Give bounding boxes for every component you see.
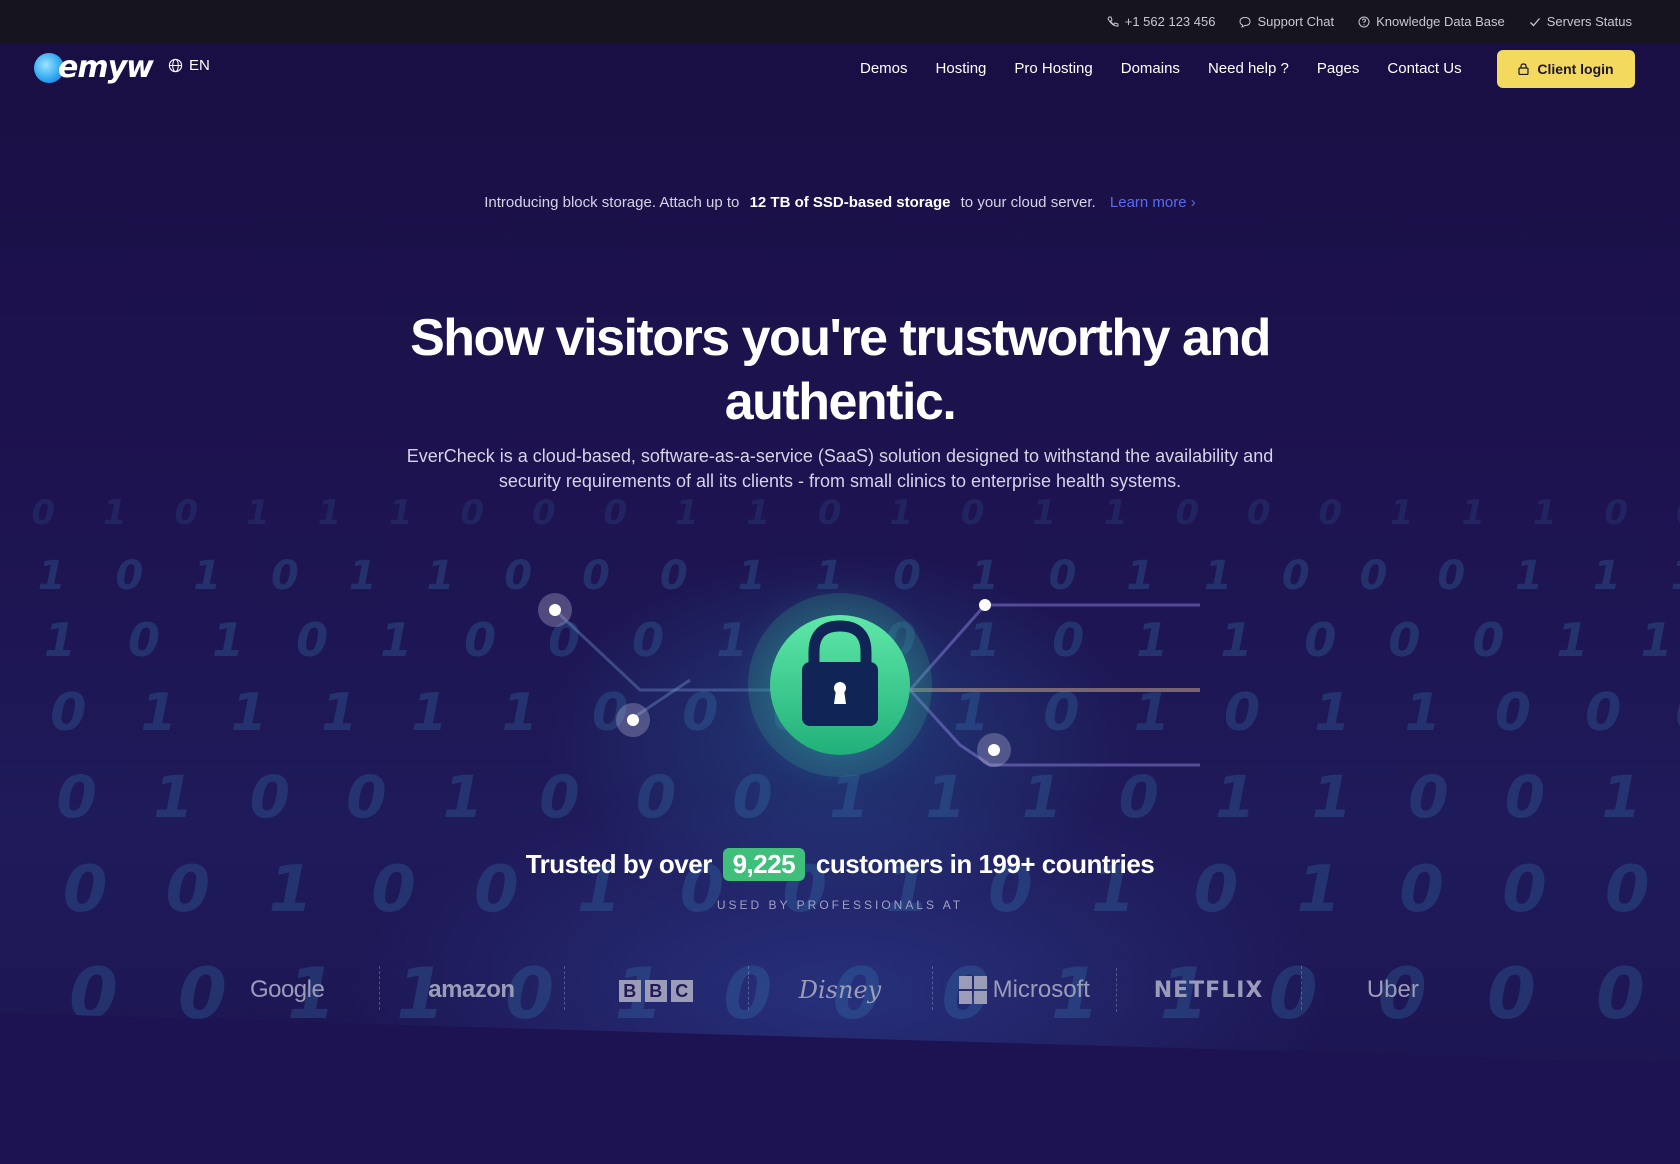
knowledge-base-link[interactable]: Knowledge Data Base [1358, 14, 1505, 29]
phone-label: +1 562 123 456 [1124, 14, 1216, 29]
nav-item-pro-hosting[interactable]: Pro Hosting [1014, 60, 1092, 77]
brand-logos: Google amazon BBC Disney Microsoft NETFL… [195, 960, 1485, 1020]
language-label: EN [189, 57, 210, 74]
chat-bubble-icon [1239, 16, 1251, 28]
announce-suffix: to your cloud server. [960, 194, 1096, 211]
brand-uber-logo: Uber [1300, 966, 1485, 1010]
main-menu: Demos Hosting Pro Hosting Domains Need h… [860, 60, 1462, 77]
globe-icon [168, 58, 183, 73]
servers-status-link[interactable]: Servers Status [1529, 14, 1632, 29]
learn-more-link[interactable]: Learn more › [1110, 194, 1196, 211]
customer-count-badge: 9,225 [722, 848, 806, 881]
lock-icon [1518, 63, 1529, 75]
top-info-bar: +1 562 123 456 Support Chat Knowledge Da… [0, 0, 1680, 43]
binary-pattern-row: 1 0 1 0 1 1 1 0 0 0 1 1 0 1 0 1 1 0 0 0 … [0, 493, 1680, 533]
brand-google-logo: Google [249, 976, 325, 1003]
trusted-prefix: Trusted by over [525, 849, 713, 879]
site-logo[interactable]: emyw [34, 50, 154, 85]
help-circle-icon [1358, 16, 1370, 27]
knowledge-base-label: Knowledge Data Base [1376, 14, 1505, 29]
language-selector[interactable]: EN [168, 57, 210, 74]
microsoft-label: Microsoft [992, 976, 1090, 1003]
client-login-label: Client login [1537, 61, 1614, 77]
brand-amazon-logo: amazon [379, 966, 563, 1010]
phone-icon [1107, 16, 1119, 27]
trusted-heading: Trusted by over 9,225 customers in 199+ … [0, 848, 1680, 881]
phone-link[interactable]: +1 562 123 456 [1107, 14, 1216, 29]
announce-prefix: Introducing block storage. Attach up to [484, 194, 740, 211]
microsoft-grid-icon [958, 976, 987, 1004]
brand-disney-logo: Disney [747, 966, 932, 1010]
brand-bbc-logo: BBC [563, 966, 748, 1010]
servers-status-label: Servers Status [1546, 14, 1632, 29]
client-login-button[interactable]: Client login [1497, 50, 1635, 88]
announce-bold: 12 TB of SSD-based storage [749, 194, 951, 211]
nav-item-domains[interactable]: Domains [1121, 60, 1180, 77]
trusted-suffix: customers in 199+ countries [815, 849, 1155, 879]
announcement-bar: Introducing block storage. Attach up to … [0, 194, 1680, 211]
logo-text: emyw [58, 50, 154, 85]
hero-headline: Show visitors you're trustworthy and aut… [410, 309, 1271, 431]
nav-item-hosting[interactable]: Hosting [936, 60, 987, 77]
bottom-wedge [0, 1013, 1680, 1164]
check-icon [1529, 17, 1540, 26]
nav-item-contact-us[interactable]: Contact Us [1387, 60, 1461, 77]
brand-microsoft-logo: Microsoft [932, 966, 1116, 1010]
used-by-label: USED BY PROFESSIONALS AT [716, 898, 964, 912]
hero-subtitle: EverCheck is a cloud-based, software-as-… [406, 446, 1274, 491]
support-chat-label: Support Chat [1257, 14, 1335, 29]
security-lock-illustration [538, 570, 1200, 800]
brand-netflix-logo: NETFLIX [1116, 967, 1300, 1012]
nav-item-need-help[interactable]: Need help ? [1208, 60, 1289, 77]
nav-item-pages[interactable]: Pages [1317, 60, 1360, 77]
support-chat-link[interactable]: Support Chat [1239, 14, 1334, 29]
nav-item-demos[interactable]: Demos [860, 60, 908, 77]
